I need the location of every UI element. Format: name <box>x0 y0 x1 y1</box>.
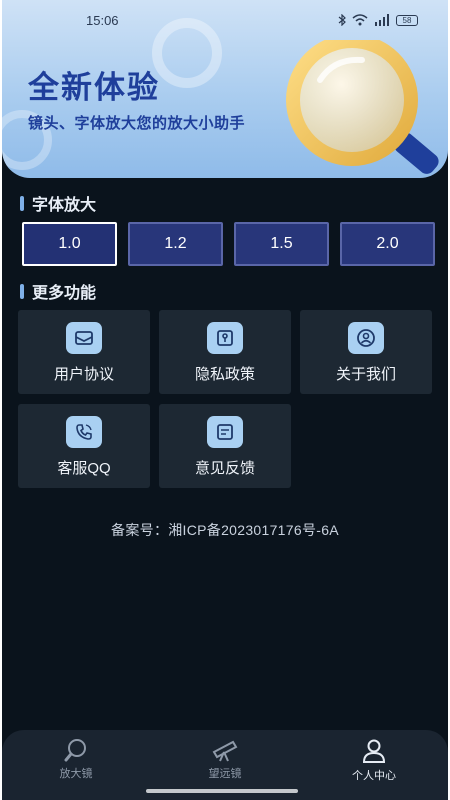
user-circle-icon <box>348 322 384 354</box>
scale-option-1-0[interactable]: 1.0 <box>22 222 117 266</box>
tab-personal-center[interactable]: 个人中心 <box>300 730 448 788</box>
font-scale-header: 字体放大 <box>20 191 96 215</box>
tab-telescope[interactable]: 望远镜 <box>151 730 299 788</box>
scale-option-1-2[interactable]: 1.2 <box>128 222 223 266</box>
mail-icon <box>66 322 102 354</box>
tab-label: 望远镜 <box>208 768 242 780</box>
user-agreement-card[interactable]: 用户协议 <box>18 310 150 394</box>
feature-label: 关于我们 <box>335 366 396 383</box>
feedback-doc-icon <box>207 416 243 448</box>
feature-label: 客服QQ <box>57 460 111 477</box>
tab-label: 个人中心 <box>352 770 396 782</box>
app-screen: 全新体验 镜头、字体放大您的放大小助手 15:06 58 字体放大 1.0 1.… <box>2 0 448 800</box>
home-indicator[interactable] <box>146 789 298 793</box>
feature-label: 用户协议 <box>53 366 114 383</box>
customer-service-qq-card[interactable]: 客服QQ <box>18 404 150 488</box>
font-scale-options: 1.0 1.2 1.5 2.0 <box>22 222 435 268</box>
section-marker <box>20 195 24 211</box>
signal-icon <box>375 14 389 26</box>
banner-subtitle: 镜头、字体放大您的放大小助手 <box>28 115 246 132</box>
more-features-title: 更多功能 <box>32 285 97 302</box>
about-us-card[interactable]: 关于我们 <box>300 310 432 394</box>
icp-record: 备案号：湘ICP备2023017176号-6A <box>111 522 339 538</box>
id-card-icon <box>207 322 243 354</box>
telescope-icon <box>212 740 238 762</box>
status-icons: 58 <box>338 14 418 26</box>
scale-option-2-0[interactable]: 2.0 <box>340 222 435 266</box>
font-scale-title: 字体放大 <box>32 197 97 214</box>
wifi-icon <box>352 14 368 26</box>
feedback-card[interactable]: 意见反馈 <box>159 404 291 488</box>
more-features-header: 更多功能 <box>20 279 96 303</box>
magnifier-illustration-icon <box>286 40 439 174</box>
battery-icon: 58 <box>396 14 418 26</box>
banner-title: 全新体验 <box>28 70 160 105</box>
magnifier-icon <box>64 739 86 762</box>
bluetooth-icon <box>338 14 346 26</box>
status-time: 15:06 <box>86 13 119 28</box>
feature-label: 隐私政策 <box>194 366 255 383</box>
feature-label: 意见反馈 <box>194 460 255 477</box>
tab-label: 放大镜 <box>59 768 93 780</box>
section-marker <box>20 283 24 299</box>
scale-option-1-5[interactable]: 1.5 <box>234 222 329 266</box>
status-bar: 15:06 58 <box>2 0 448 40</box>
tab-magnifier[interactable]: 放大镜 <box>2 730 150 788</box>
privacy-policy-card[interactable]: 隐私政策 <box>159 310 291 394</box>
phone-call-icon <box>66 416 102 448</box>
person-icon <box>362 739 386 763</box>
